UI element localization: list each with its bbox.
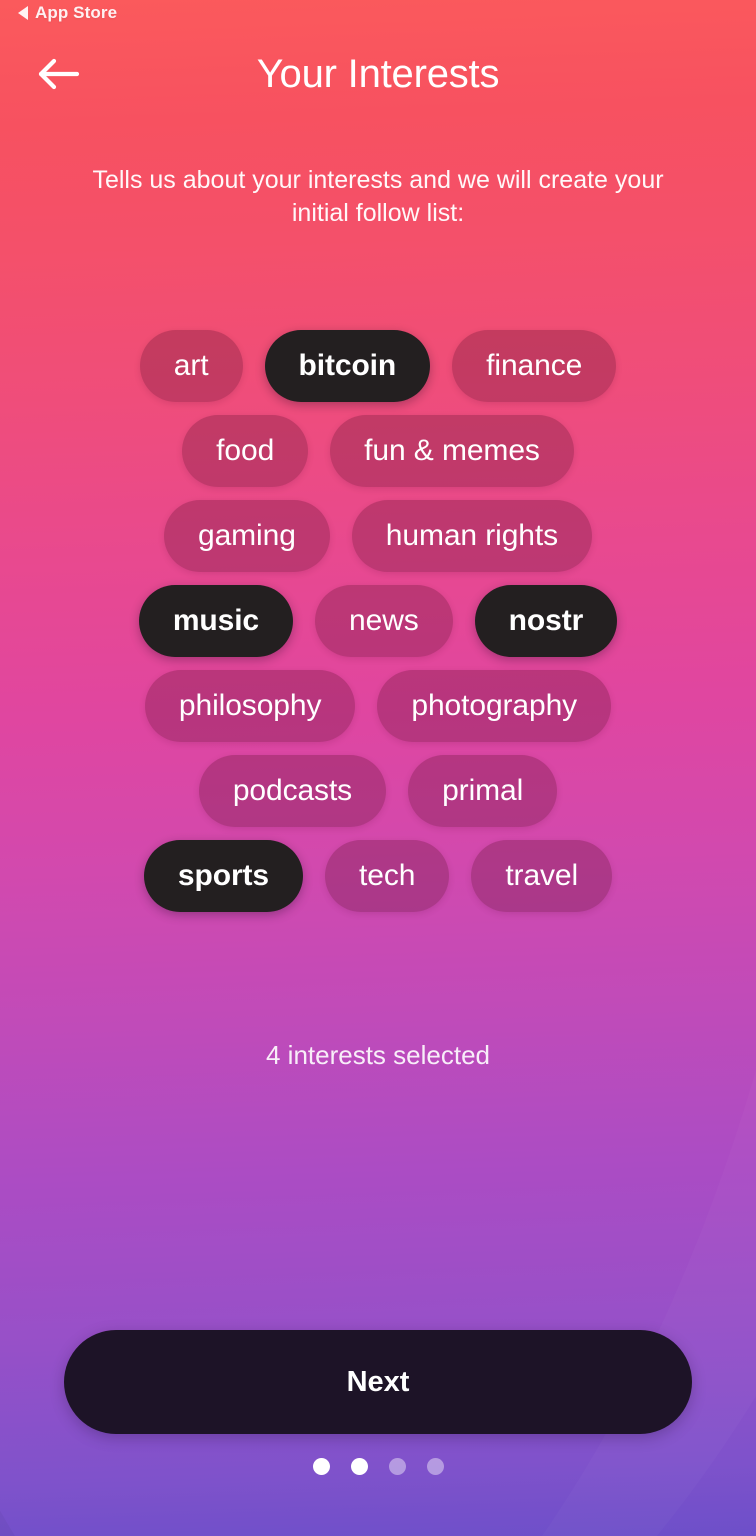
interest-chip-finance[interactable]: finance [452,330,617,402]
interest-chip-nostr[interactable]: nostr [474,585,618,657]
interest-chip-human-rights[interactable]: human rights [351,500,593,572]
selected-count-label: 4 interests selected [265,1040,490,1070]
return-to-app-label: App Store [35,3,118,22]
interest-chip-row: podcasts primal [24,755,732,827]
page-title: Your Interests [256,51,500,96]
return-to-app-store-button[interactable]: App Store [18,3,117,23]
interest-chip-bitcoin[interactable]: bitcoin [264,330,431,402]
interest-chip-tech[interactable]: tech [325,840,450,912]
interest-chip-food[interactable]: food [182,415,309,487]
interest-chip-row: art bitcoin finance [24,330,732,402]
interest-chip-music[interactable]: music [138,585,294,657]
app-screen: App Store Your Interests Tells us about … [0,0,756,1536]
interest-chip-gaming[interactable]: gaming [163,500,330,572]
interest-chip-fun-memes[interactable]: fun & memes [330,415,574,487]
back-button[interactable] [28,43,90,105]
interest-chip-row: food fun & memes [24,415,732,487]
screen-content: App Store Your Interests Tells us about … [0,0,756,1536]
interest-chip-row: gaming human rights [24,500,732,572]
arrow-left-icon [38,57,80,91]
navigation-bar: Your Interests [0,26,756,122]
page-subtitle: Tells us about your interests and we wil… [92,166,664,227]
triangle-left-icon [18,6,28,20]
interest-chip-photography[interactable]: photography [377,670,612,742]
interest-chip-row: sports tech travel [24,840,732,912]
status-bar: App Store [0,0,756,26]
interest-chip-primal[interactable]: primal [408,755,558,827]
interest-chip-art[interactable]: art [139,330,243,402]
interest-chip-sports[interactable]: sports [143,840,303,912]
interest-chip-philosophy[interactable]: philosophy [144,670,356,742]
interest-chip-podcasts[interactable]: podcasts [198,755,387,827]
interest-chip-travel[interactable]: travel [471,840,613,912]
interest-chip-news[interactable]: news [315,585,453,657]
interest-chip-row: music news nostr [24,585,732,657]
interest-chip-grid: art bitcoin finance food fun & memes gaming hu… [0,330,756,912]
interest-chip-row: philosophy photography [24,670,732,742]
